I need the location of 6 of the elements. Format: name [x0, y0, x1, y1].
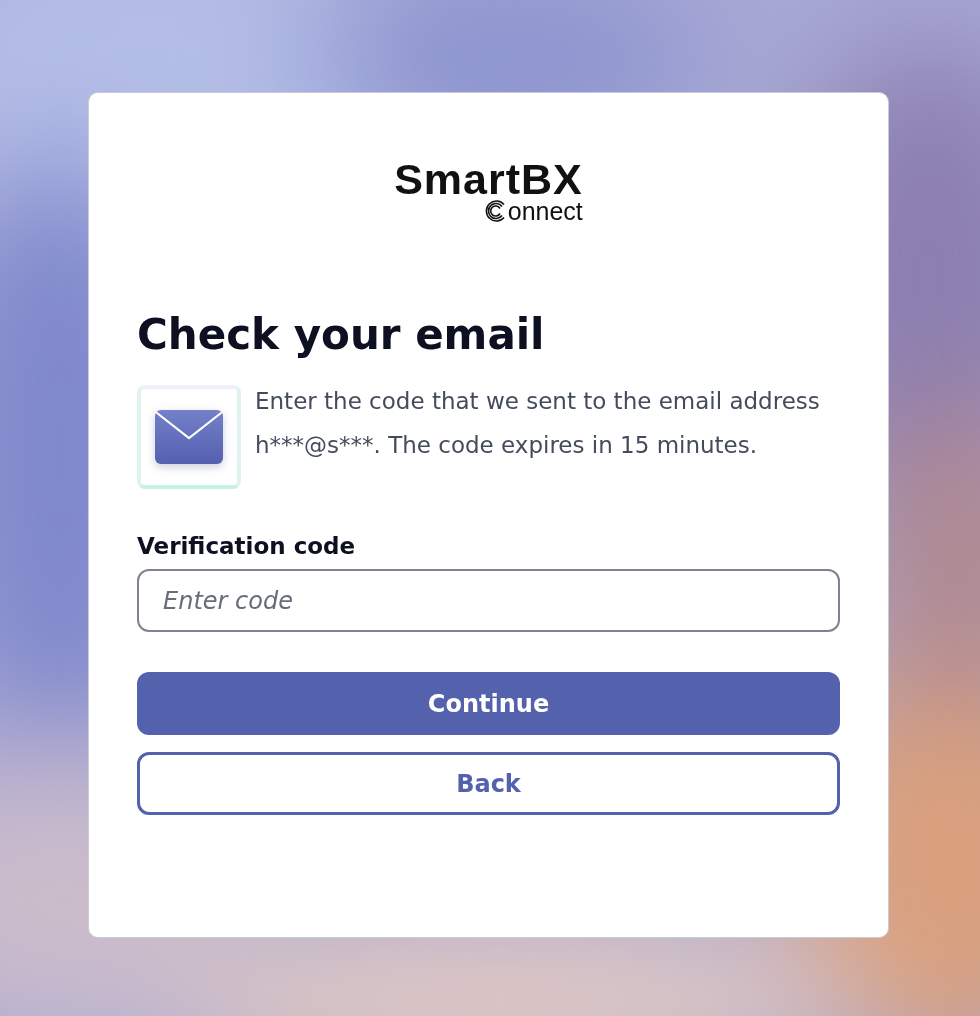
continue-button[interactable]: Continue: [137, 672, 840, 735]
back-button[interactable]: Back: [137, 752, 840, 815]
page-title: Check your email: [137, 309, 546, 361]
field-label: Verification code: [137, 533, 357, 559]
instruction-text: Enter the code that we sent to the email address h***@s***. The code expires in 15 minutes.: [255, 387, 821, 460]
code-input-field[interactable]: Enter code: [137, 569, 840, 632]
